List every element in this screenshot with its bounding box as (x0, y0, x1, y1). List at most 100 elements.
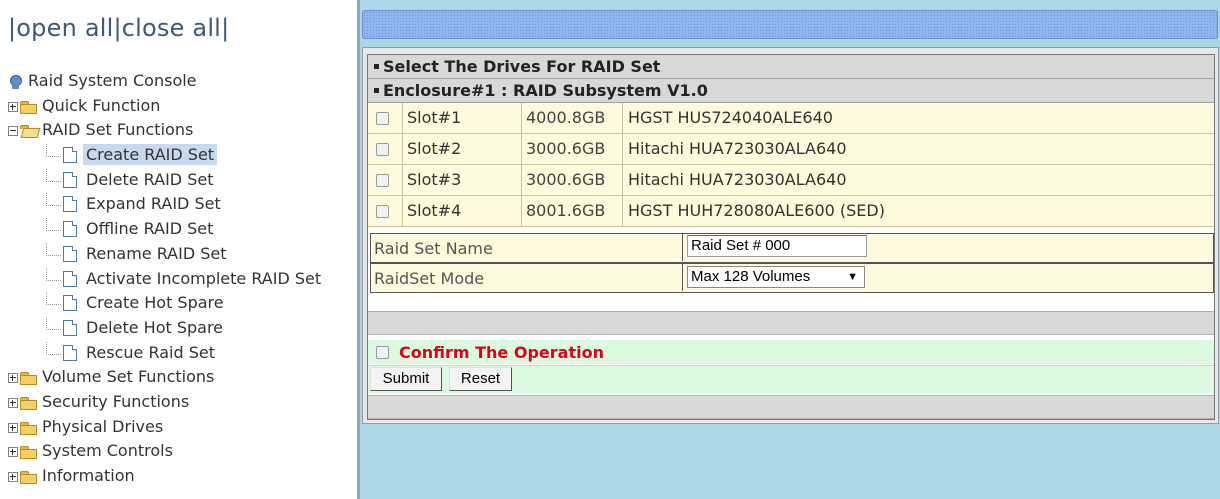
confirm-row: Confirm The Operation (368, 340, 1214, 364)
navigation-pane: |open all|close all| Raid System Console… (0, 0, 357, 499)
tree-view: Raid System Console Quick Function RAID … (8, 70, 357, 490)
tree-item-rescue-raid-set[interactable]: Rescue Raid Set (8, 341, 357, 367)
drive-checkbox[interactable] (376, 112, 389, 125)
folder-open-icon (20, 125, 37, 137)
page-icon (63, 196, 77, 213)
drive-model: HGST HUS724040ALE640 (622, 103, 1214, 133)
tree-item-expand-raid-set[interactable]: Expand RAID Set (8, 193, 357, 218)
drive-slot: Slot#4 (402, 196, 516, 226)
tree-item-label: Expand RAID Set (86, 194, 221, 214)
content-pane: Select The Drives For RAID Set Enclosure… (360, 0, 1220, 499)
raid-set-name-row: Raid Set Name Raid Set # 000 (370, 233, 1214, 263)
raid-set-name-label: Raid Set Name (374, 239, 493, 258)
tree-item-volume-set-functions[interactable]: Volume Set Functions (8, 366, 357, 391)
drive-row: Slot#3 3000.6GB Hitachi HUA723030ALA640 (368, 165, 1214, 196)
raidset-mode-row: RaidSet Mode Max 128 Volumes ▼ (370, 263, 1214, 293)
folder-icon (20, 446, 37, 460)
expand-icon[interactable] (8, 472, 18, 482)
expand-icon[interactable] (8, 397, 18, 408)
drive-row: Slot#2 3000.6GB Hitachi HUA723030ALA640 (368, 134, 1214, 165)
tree-item-system-controls[interactable]: System Controls (8, 440, 357, 465)
bullet-icon (374, 88, 379, 93)
tree-root[interactable]: Raid System Console (8, 70, 357, 95)
tree-item-label: Security Functions (42, 391, 190, 411)
tree-item-label: Information (42, 466, 135, 485)
page-icon (63, 245, 77, 262)
drive-checkbox[interactable] (376, 205, 389, 218)
tree-item-label: Quick Function (42, 95, 161, 115)
expand-icon[interactable] (8, 447, 18, 458)
page-icon (63, 270, 77, 287)
button-row: Submit Reset (368, 365, 1214, 394)
page-icon (63, 221, 77, 238)
drive-checkbox[interactable] (376, 174, 389, 187)
page-icon (63, 344, 77, 361)
tree-item-security-functions[interactable]: Security Functions (8, 391, 357, 416)
tree-item-create-hot-spare[interactable]: Create Hot Spare (8, 292, 357, 317)
drive-row: Slot#4 8001.6GB HGST HUH728080ALE600 (SE… (368, 196, 1214, 227)
raid-set-name-cell: Raid Set # 000 (682, 233, 1214, 261)
dropdown-arrow-icon: ▼ (847, 271, 858, 283)
tree-item-physical-drives[interactable]: Physical Drives (8, 416, 357, 441)
tree-item-label: Activate Incomplete RAID Set (86, 268, 322, 288)
drive-checkbox[interactable] (376, 143, 389, 156)
page-icon (63, 319, 77, 336)
tree-item-label: RAID Set Functions (42, 120, 194, 140)
tree-item-label: Rename RAID Set (86, 243, 227, 263)
reset-button[interactable]: Reset (449, 367, 512, 391)
tree-item-offline-raid-set[interactable]: Offline RAID Set (8, 218, 357, 243)
tree-item-raid-set-functions[interactable]: RAID Set Functions (8, 119, 357, 144)
bullet-icon (374, 64, 379, 69)
raidset-mode-select[interactable]: Max 128 Volumes ▼ (687, 266, 865, 288)
tree-item-activate-incomplete-raid-set[interactable]: Activate Incomplete RAID Set (8, 267, 357, 293)
expand-icon[interactable] (8, 373, 18, 384)
tree-item-information[interactable]: Information (8, 465, 357, 490)
tree-item-create-raid-set[interactable]: Create RAID Set (8, 144, 357, 169)
tree-controls: |open all|close all| (8, 14, 230, 42)
drive-capacity: 3000.6GB (521, 134, 622, 164)
drive-model: Hitachi HUA723030ALA640 (622, 134, 1214, 164)
open-all-link[interactable]: open all (16, 14, 113, 42)
content-title-bar (362, 10, 1218, 39)
tree-item-label: Physical Drives (42, 416, 164, 436)
raidset-mode-label: RaidSet Mode (374, 269, 485, 288)
tree-item-delete-raid-set[interactable]: Delete RAID Set (8, 168, 357, 194)
console-icon (8, 75, 22, 89)
page-icon (63, 147, 77, 164)
raidset-mode-cell: Max 128 Volumes ▼ (682, 263, 1214, 291)
drive-slot: Slot#3 (402, 165, 516, 195)
submit-button[interactable]: Submit (370, 367, 442, 391)
tree-item-quick-function[interactable]: Quick Function (8, 95, 357, 120)
tree-item-label: Volume Set Functions (42, 367, 215, 387)
tree-item-rename-raid-set[interactable]: Rename RAID Set (8, 242, 357, 268)
drive-row: Slot#1 4000.8GB HGST HUS724040ALE640 (368, 103, 1214, 134)
close-all-link[interactable]: close all (122, 14, 221, 42)
expand-icon[interactable] (8, 422, 18, 433)
tree-item-label: Delete RAID Set (86, 169, 214, 189)
tree-item-label: Rescue Raid Set (86, 342, 215, 362)
drive-slot: Slot#2 (402, 134, 516, 164)
create-raid-set-panel: Select The Drives For RAID Set Enclosure… (362, 47, 1219, 424)
raidset-mode-value: Max 128 Volumes (691, 268, 811, 285)
confirm-label: Confirm The Operation (399, 343, 604, 362)
expand-icon[interactable] (8, 101, 18, 112)
tree-item-label: Offline RAID Set (86, 219, 214, 239)
tree-root-label: Raid System Console (28, 71, 197, 90)
drive-capacity: 8001.6GB (521, 196, 622, 226)
select-drives-title: Select The Drives For RAID Set (383, 57, 661, 76)
collapse-icon[interactable] (8, 126, 18, 137)
drive-model: Hitachi HUA723030ALA640 (622, 165, 1214, 195)
tree-item-label: Delete Hot Spare (86, 317, 224, 337)
create-raid-set-form: Select The Drives For RAID Set Enclosure… (367, 54, 1215, 420)
tree-item-label: Create Hot Spare (86, 293, 224, 313)
folder-icon (20, 396, 37, 410)
raid-set-name-input[interactable]: Raid Set # 000 (687, 235, 867, 257)
separator-bar (368, 311, 1214, 335)
folder-icon (20, 421, 37, 435)
page-icon (63, 295, 77, 312)
confirm-checkbox[interactable] (376, 346, 389, 359)
tree-item-delete-hot-spare[interactable]: Delete Hot Spare (8, 316, 357, 342)
drive-capacity: 4000.8GB (521, 103, 622, 133)
folder-icon (20, 372, 37, 386)
select-drives-header: Select The Drives For RAID Set (368, 55, 1214, 79)
